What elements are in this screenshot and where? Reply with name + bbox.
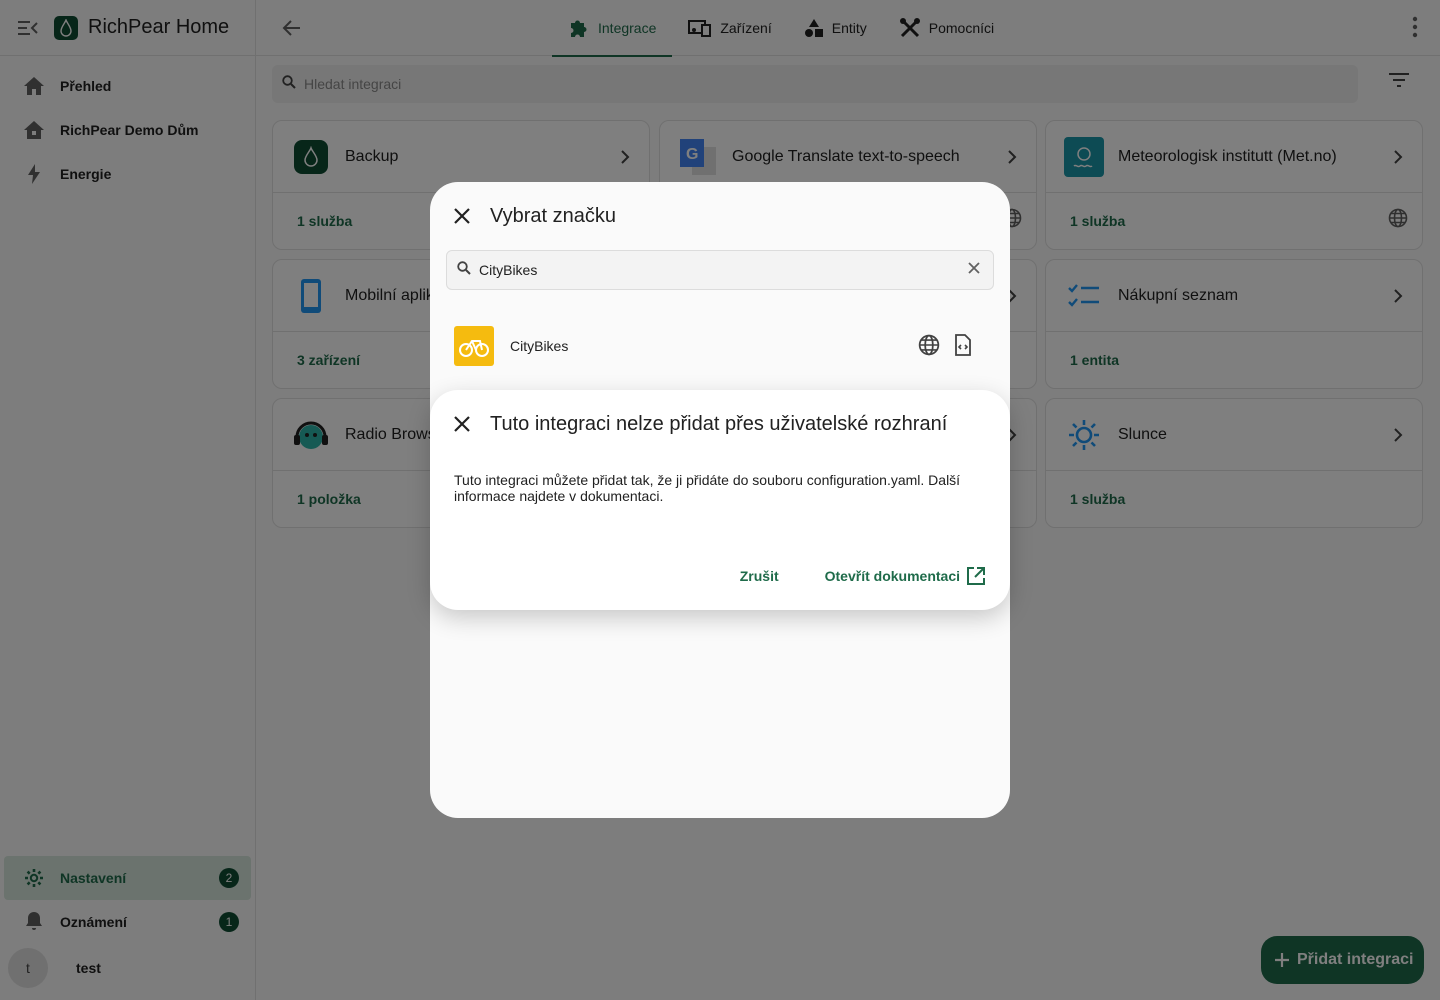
dialog-title: Tuto integraci nelze přidat přes uživate… — [490, 412, 948, 435]
dialog-body-text: Tuto integraci můžete přidat tak, že ji … — [454, 472, 961, 504]
brand-search-input[interactable]: CityBikes — [446, 250, 994, 290]
open-documentation-button[interactable]: Otevřít dokumentaci — [825, 566, 986, 586]
dialog-title: Vybrat značku — [490, 204, 616, 227]
yaml-file-icon[interactable] — [954, 334, 972, 361]
brand-result-item[interactable]: CityBikes — [430, 322, 1010, 370]
search-icon — [457, 260, 471, 280]
cancel-button[interactable]: Zrušit — [740, 568, 779, 584]
open-in-new-icon — [966, 566, 986, 586]
open-documentation-label: Otevřít dokumentaci — [824, 568, 960, 584]
brand-search-value: CityBikes — [479, 262, 538, 278]
citybikes-logo-icon — [454, 326, 494, 366]
globe-icon[interactable] — [918, 334, 940, 361]
cannot-add-integration-dialog: Tuto integraci nelze přidat přes uživate… — [430, 390, 1010, 610]
brand-result-name: CityBikes — [510, 338, 569, 354]
close-icon[interactable] — [452, 206, 472, 226]
clear-search-icon[interactable] — [967, 261, 981, 280]
close-icon[interactable] — [452, 414, 472, 434]
